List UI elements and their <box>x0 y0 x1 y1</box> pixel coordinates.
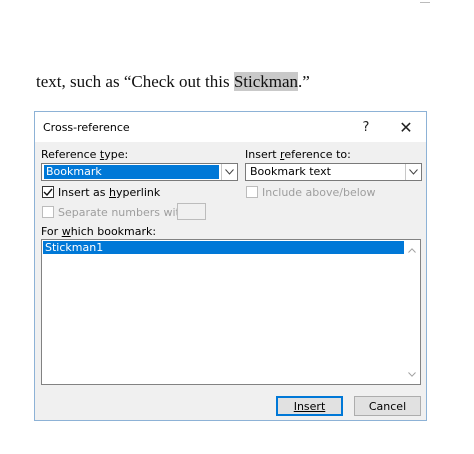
include-above-below-label: Include above/below <box>262 186 376 199</box>
insert-reference-to-dropdown[interactable]: Bookmark text <box>245 163 422 181</box>
help-button[interactable]: ? <box>353 116 379 138</box>
insert-button-label: Insert <box>293 399 326 413</box>
insert-reference-to-value: Bookmark text <box>250 165 331 178</box>
document-text-before: text, such as “Check out this <box>36 72 234 91</box>
scroll-down-icon[interactable] <box>405 367 419 381</box>
list-item[interactable]: Stickman1 <box>43 241 404 254</box>
document-text-after: .” <box>298 72 310 91</box>
reference-type-value: Bookmark <box>44 165 219 179</box>
cancel-button[interactable]: Cancel <box>354 396 421 416</box>
insert-reference-to-label: Insert reference to: <box>245 148 351 161</box>
separate-numbers-input[interactable] <box>177 203 206 220</box>
bookmark-list[interactable]: Stickman1 <box>41 239 421 385</box>
dialog-title: Cross-reference <box>43 121 130 134</box>
page-corner-mark <box>420 0 430 3</box>
insert-button[interactable]: Insert <box>276 396 343 416</box>
separate-numbers-label: Separate numbers with <box>58 206 187 219</box>
reference-type-dropdown[interactable]: Bookmark <box>41 163 238 181</box>
highlighted-bookmark-text[interactable]: Stickman <box>233 72 299 91</box>
cross-reference-dialog: Cross-reference ? ✕ Reference type: Book… <box>34 111 427 421</box>
scroll-up-icon[interactable] <box>405 243 419 257</box>
chevron-down-icon[interactable] <box>405 164 421 180</box>
for-which-bookmark-label: For which bookmark: <box>41 225 157 238</box>
separate-numbers-checkbox[interactable] <box>42 206 54 218</box>
dialog-titlebar: Cross-reference ? ✕ <box>35 112 426 142</box>
document-text: text, such as “Check out this Stickman.” <box>36 72 310 92</box>
close-button[interactable]: ✕ <box>393 116 419 138</box>
chevron-down-icon[interactable] <box>221 164 237 180</box>
checkmark-icon <box>43 188 53 196</box>
insert-as-hyperlink-checkbox[interactable] <box>42 186 54 198</box>
insert-as-hyperlink-label[interactable]: Insert as hyperlink <box>58 186 160 199</box>
reference-type-label: Reference type: <box>41 148 129 161</box>
include-above-below-checkbox[interactable] <box>246 186 258 198</box>
